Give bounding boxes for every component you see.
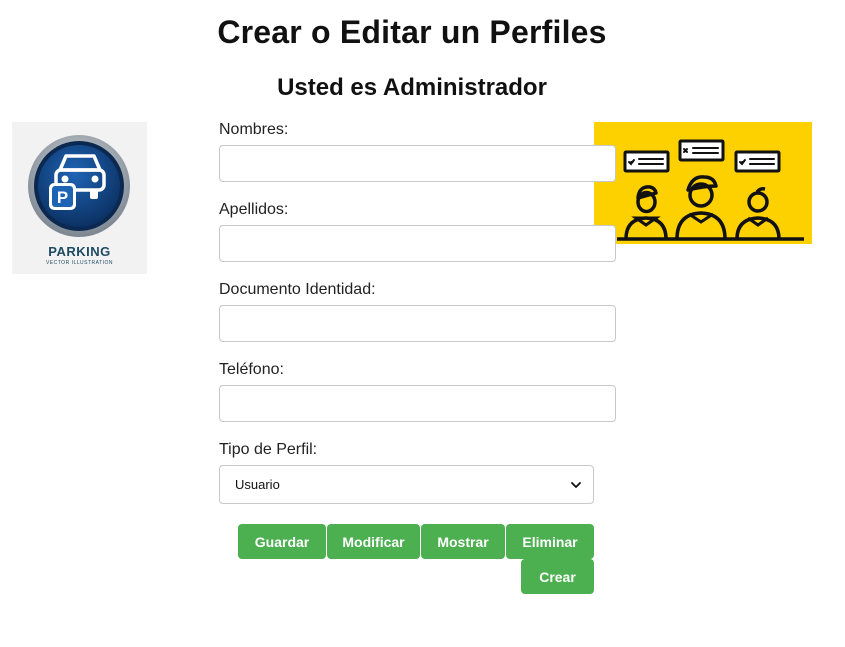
tipo-perfil-select[interactable]: Usuario bbox=[219, 465, 594, 504]
documento-input[interactable] bbox=[219, 305, 616, 342]
nombres-label: Nombres: bbox=[219, 121, 289, 138]
telefono-label: Teléfono: bbox=[219, 361, 284, 378]
users-illustration bbox=[594, 122, 812, 244]
page-subtitle: Usted es Administrador bbox=[277, 74, 547, 101]
guardar-button[interactable]: Guardar bbox=[238, 524, 326, 559]
parking-logo-subtext: VECTOR ILLUSTRATION bbox=[45, 260, 114, 266]
crear-button[interactable]: Crear bbox=[521, 559, 594, 594]
telefono-input[interactable] bbox=[219, 385, 616, 422]
tipo-perfil-selected: Usuario bbox=[235, 477, 280, 492]
documento-label: Documento Identidad: bbox=[219, 281, 376, 298]
tipo-perfil-label: Tipo de Perfil: bbox=[219, 441, 318, 458]
svg-text:P: P bbox=[57, 188, 68, 207]
mostrar-button[interactable]: Mostrar bbox=[421, 524, 505, 559]
modificar-button[interactable]: Modificar bbox=[327, 524, 420, 559]
apellidos-input[interactable] bbox=[219, 225, 616, 262]
nombres-input[interactable] bbox=[219, 145, 616, 182]
users-chat-icon bbox=[617, 139, 804, 241]
eliminar-button[interactable]: Eliminar bbox=[506, 524, 594, 559]
chevron-down-icon bbox=[571, 481, 581, 488]
page-title: Crear o Editar un Perfiles bbox=[217, 14, 607, 50]
parking-logo-text: PARKING bbox=[48, 244, 111, 259]
parking-logo: P PARKING VECTOR ILLUSTRATION bbox=[12, 122, 147, 274]
apellidos-label: Apellidos: bbox=[219, 201, 289, 218]
page: Crear o Editar un Perfiles Usted es Admi… bbox=[0, 0, 845, 647]
